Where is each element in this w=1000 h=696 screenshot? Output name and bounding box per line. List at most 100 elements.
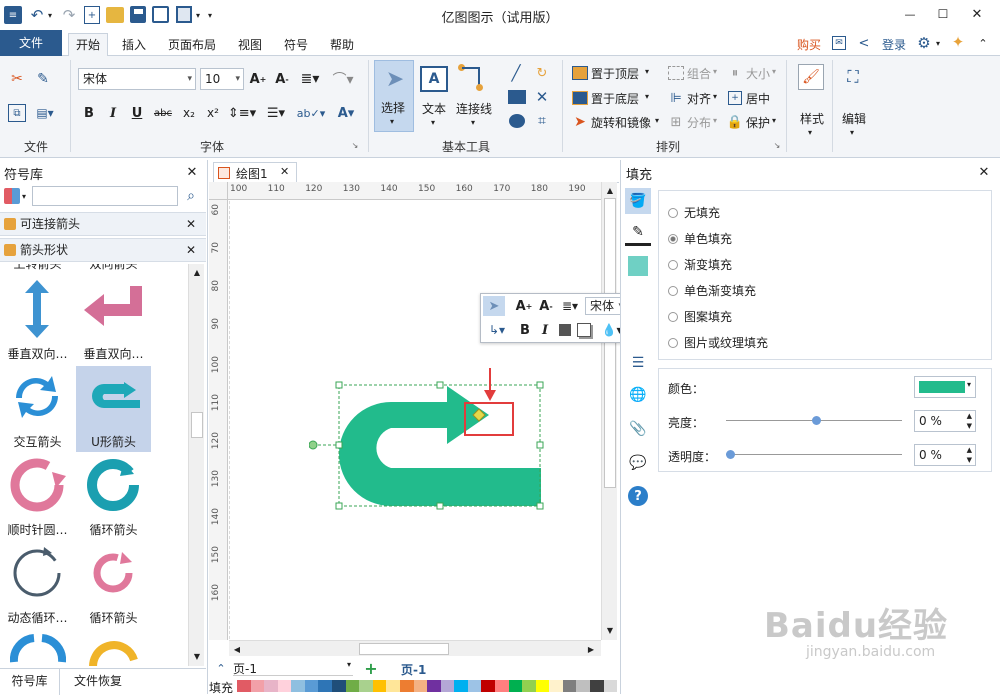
protect-dropdown[interactable]: ▾ bbox=[772, 116, 776, 125]
radio-button[interactable] bbox=[668, 285, 678, 296]
tab-view[interactable]: 视图 bbox=[230, 34, 270, 56]
shadow-tool-icon[interactable] bbox=[628, 256, 648, 276]
shape-cycle-arrow[interactable] bbox=[0, 630, 75, 666]
canvas-vscrollbar[interactable]: ▲ ▼ bbox=[601, 182, 617, 640]
rotate-mirror-icon[interactable]: ➤ bbox=[572, 114, 588, 130]
shape-grid-scrollbar[interactable]: ▲ ▼ bbox=[188, 264, 204, 666]
line-spacing-icon[interactable]: ⇕≡▾ bbox=[228, 104, 256, 122]
scroll-thumb[interactable] bbox=[191, 412, 203, 438]
border-icon[interactable] bbox=[559, 324, 571, 336]
radio-button[interactable] bbox=[668, 311, 678, 322]
resize-handle[interactable] bbox=[335, 381, 343, 389]
palette-swatch[interactable] bbox=[237, 680, 251, 692]
login-link[interactable]: 登录 bbox=[882, 36, 906, 53]
palette-swatch[interactable] bbox=[318, 680, 333, 692]
document-tab-close-icon[interactable]: ✕ bbox=[280, 165, 289, 178]
app-icon[interactable]: ≡ bbox=[4, 6, 22, 24]
align-objects-label[interactable]: 对齐 bbox=[687, 90, 711, 107]
cross-tool-icon[interactable]: ✕ bbox=[532, 88, 552, 106]
connector-icon[interactable]: ↳▾ bbox=[485, 321, 509, 339]
radio-button[interactable] bbox=[668, 233, 678, 244]
brush-icon[interactable]: ✎ bbox=[34, 70, 52, 88]
tab-home[interactable]: 开始 bbox=[68, 33, 108, 57]
ellipse-tool-icon[interactable] bbox=[509, 114, 525, 128]
page-selector[interactable]: 页-1 ▾ bbox=[233, 660, 353, 676]
line-tool-icon[interactable]: ╱ bbox=[506, 64, 526, 82]
feedback-icon[interactable]: ✉ bbox=[832, 36, 846, 50]
resize-handle[interactable] bbox=[536, 502, 544, 510]
shadow-icon[interactable] bbox=[577, 323, 591, 337]
protect-icon[interactable]: 🔒 bbox=[727, 114, 743, 130]
app-logo-icon[interactable]: ✦ bbox=[950, 33, 966, 51]
group-icon[interactable] bbox=[668, 66, 684, 80]
palette-swatch[interactable] bbox=[359, 680, 373, 692]
color-palette[interactable] bbox=[237, 680, 618, 692]
shape-vertical-double-arrow[interactable]: 垂直双向… bbox=[0, 278, 75, 364]
send-to-back-dropdown[interactable]: ▾ bbox=[645, 92, 649, 101]
tab-page-layout[interactable]: 页面布局 bbox=[162, 34, 222, 56]
palette-swatch[interactable] bbox=[508, 680, 523, 692]
palette-swatch[interactable] bbox=[522, 680, 536, 692]
u-shape-arrow[interactable] bbox=[309, 380, 549, 510]
hyperlink-icon[interactable]: 🌐 bbox=[627, 384, 649, 406]
align-icon[interactable]: ≣▾ bbox=[559, 297, 581, 315]
scroll-thumb[interactable] bbox=[359, 643, 449, 655]
fill-option-picture[interactable]: 图片或纹理填充 bbox=[668, 334, 768, 351]
connector-dropdown-icon[interactable]: ▾ bbox=[471, 118, 475, 127]
fill-option-single-gradient[interactable]: 单色渐变填充 bbox=[668, 282, 756, 299]
style-label[interactable]: 样式 bbox=[800, 110, 824, 127]
curve-text-icon[interactable]: ⌒▾ bbox=[330, 70, 356, 88]
shrink-font-icon[interactable]: A- bbox=[537, 297, 555, 315]
crop-tool-icon[interactable]: ⌗ bbox=[532, 112, 552, 130]
palette-swatch[interactable] bbox=[332, 680, 346, 692]
rectangle-tool-icon[interactable] bbox=[508, 90, 526, 104]
library-row[interactable]: 箭头形状 ✕ bbox=[0, 238, 206, 262]
palette-swatch[interactable] bbox=[494, 680, 509, 692]
rotate-mirror-label[interactable]: 旋转和镜像 bbox=[591, 114, 651, 131]
arrange-dialog-launcher-icon[interactable]: ↘ bbox=[772, 140, 782, 150]
palette-swatch[interactable] bbox=[386, 680, 400, 692]
export-dropdown-icon[interactable]: ▾ bbox=[194, 8, 202, 22]
send-to-back-label[interactable]: 置于底层 bbox=[591, 90, 639, 107]
palette-swatch[interactable] bbox=[590, 680, 604, 692]
fill-tool-icon[interactable]: 🪣 bbox=[625, 188, 651, 214]
scroll-thumb[interactable] bbox=[604, 198, 616, 488]
text-tool-label[interactable]: 文本 bbox=[422, 100, 446, 117]
size-dropdown[interactable]: ▾ bbox=[772, 67, 776, 76]
text-color-icon[interactable]: ab✓▾ bbox=[296, 104, 326, 122]
shape-vertical-double-arrow-2[interactable]: 垂直双向… bbox=[76, 278, 151, 364]
shape-interactive-arrow[interactable]: 交互箭头 bbox=[0, 366, 75, 452]
palette-swatch[interactable] bbox=[440, 680, 455, 692]
save-icon[interactable] bbox=[130, 6, 146, 23]
library-close-icon[interactable]: ✕ bbox=[186, 213, 196, 235]
resize-handle[interactable] bbox=[436, 381, 444, 389]
resize-handle[interactable] bbox=[536, 381, 544, 389]
palette-swatch[interactable] bbox=[603, 680, 618, 692]
palette-swatch[interactable] bbox=[264, 680, 278, 692]
shape-circular-arrow-2[interactable]: 循环箭头 bbox=[76, 542, 151, 628]
palette-swatch[interactable] bbox=[576, 680, 591, 692]
scroll-up-icon[interactable]: ▲ bbox=[191, 266, 203, 278]
shape-dynamic-circular-arrow[interactable]: 动态循环… bbox=[0, 542, 75, 628]
palette-swatch[interactable] bbox=[467, 680, 482, 692]
maximize-button[interactable]: ☐ bbox=[928, 4, 958, 24]
tab-symbol-library[interactable]: 符号库 bbox=[0, 669, 60, 695]
redo-icon[interactable]: ↷ bbox=[60, 6, 78, 24]
bring-to-front-label[interactable]: 置于顶层 bbox=[591, 65, 639, 82]
tab-help[interactable]: 帮助 bbox=[322, 34, 362, 56]
center-icon[interactable]: + bbox=[728, 91, 742, 105]
style-dropdown[interactable]: ▾ bbox=[808, 128, 812, 137]
palette-swatch[interactable] bbox=[399, 680, 414, 692]
connector-tool-label[interactable]: 连接线 bbox=[456, 100, 492, 117]
arc-tool-icon[interactable]: ↻ bbox=[532, 64, 552, 82]
search-icon[interactable]: ⌕ bbox=[182, 187, 200, 205]
canvas-hscrollbar[interactable]: ◀ ▶ bbox=[229, 640, 601, 656]
undo-icon[interactable]: ↶ bbox=[28, 6, 46, 24]
buy-link[interactable]: 购买 bbox=[797, 36, 821, 53]
pointer-icon[interactable]: ➤ bbox=[483, 296, 505, 316]
brightness-input[interactable]: 0 % ▲ ▼ bbox=[914, 410, 976, 432]
shape-up-turn-arrow[interactable]: 上转箭头 bbox=[0, 264, 75, 274]
color-picker[interactable]: ▾ bbox=[914, 376, 976, 398]
library-row[interactable]: 可连接箭头 ✕ bbox=[0, 212, 206, 236]
palette-swatch[interactable] bbox=[454, 680, 468, 692]
